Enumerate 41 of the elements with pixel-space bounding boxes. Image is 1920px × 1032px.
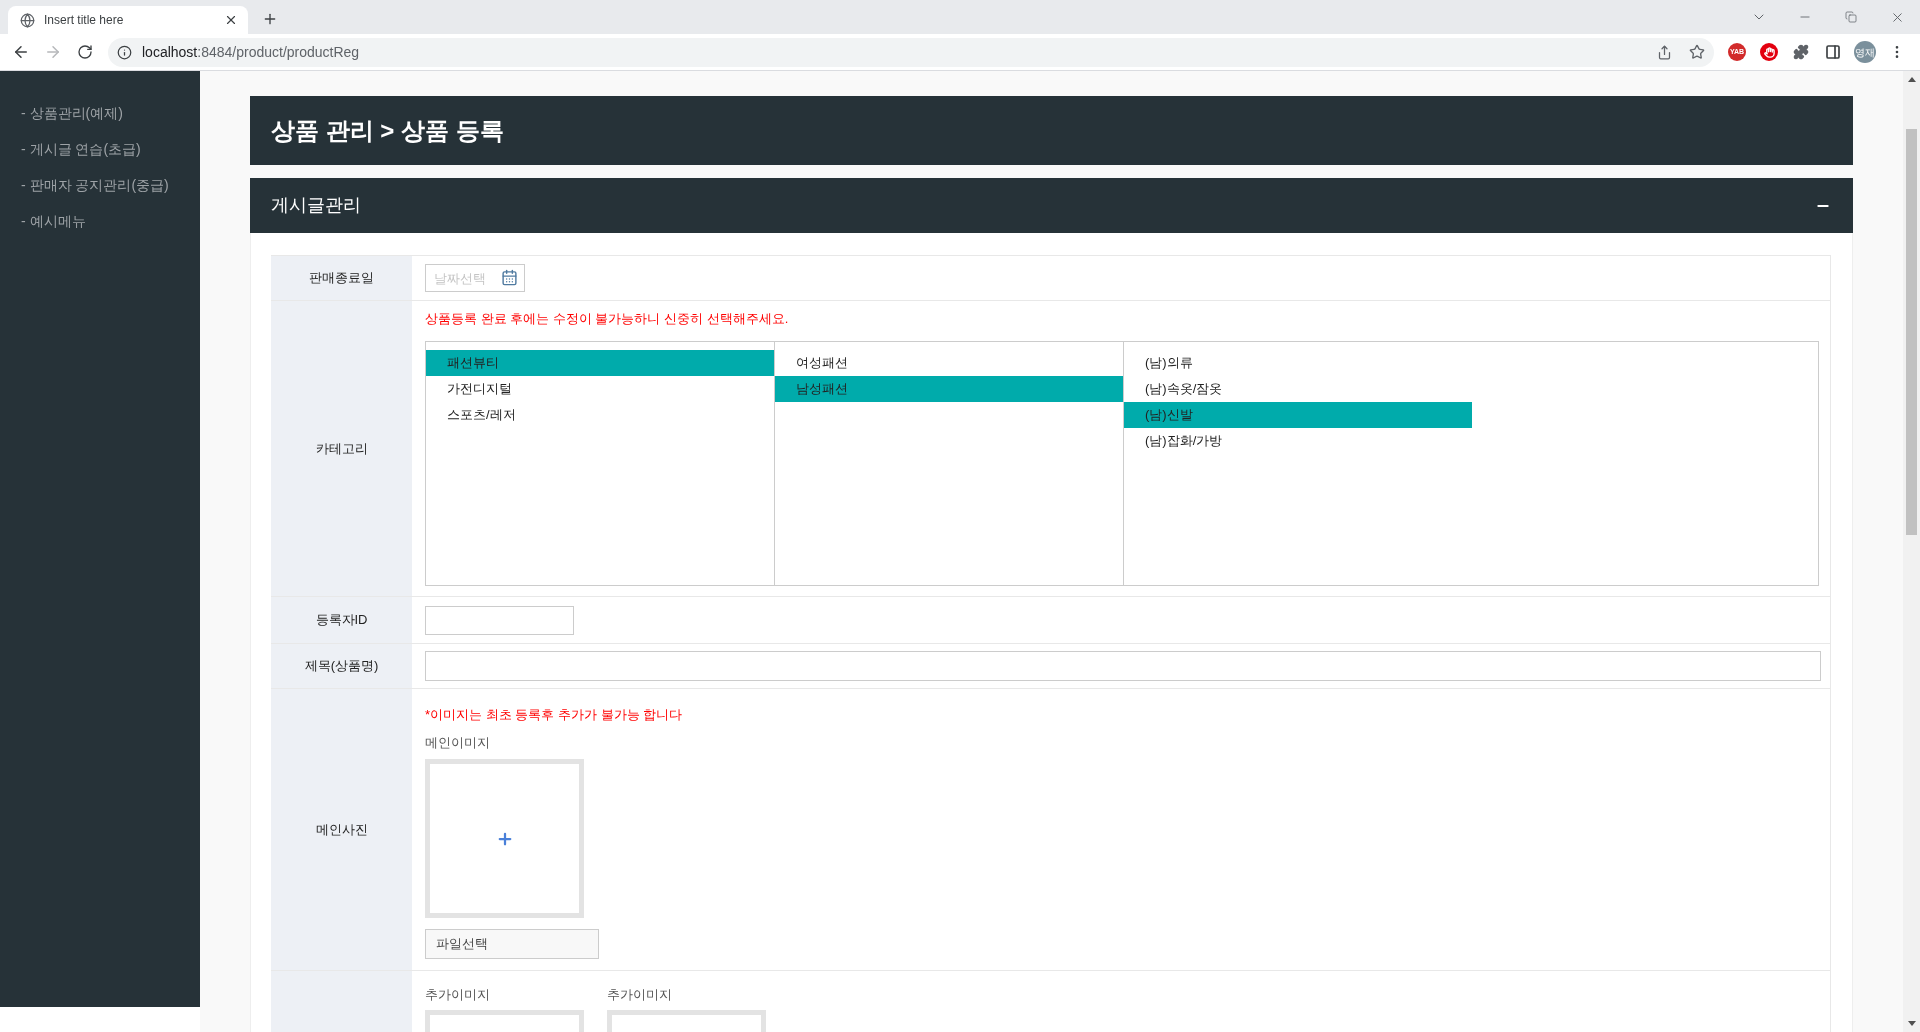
category-option[interactable]: 패션뷰티 (426, 350, 774, 376)
address-bar[interactable]: localhost:8484/product/productReg (108, 37, 1714, 67)
category-option[interactable]: 남성패션 (775, 376, 1123, 402)
scrollbar-thumb[interactable] (1906, 129, 1917, 535)
close-icon[interactable] (224, 13, 238, 27)
browser-tab[interactable]: Insert title here (8, 6, 248, 34)
hand-icon[interactable] (1760, 43, 1778, 61)
page-title: 상품 관리 > 상품 등록 (271, 115, 504, 146)
globe-icon (20, 12, 35, 28)
label-cell: 카테고리 (271, 301, 412, 596)
puzzle-icon[interactable] (1793, 44, 1809, 60)
sidebar-item[interactable]: - 예시메뉴 (21, 212, 86, 230)
id-input[interactable] (425, 605, 574, 635)
image-label: 추가이미지 (607, 987, 672, 1003)
notice-text: *이미지는 최초 등록후 추가가 불가능 합니다 (425, 706, 683, 724)
sidebar-item[interactable]: - 상품관리(예제) (21, 104, 123, 122)
reload-icon[interactable] (77, 44, 93, 60)
panel-title: 게시글관리 (271, 194, 361, 217)
image-label: 메인이미지 (425, 735, 490, 751)
date-field[interactable]: 날짜선택 (425, 264, 525, 292)
calendar-icon[interactable] (501, 269, 518, 286)
scroll-up-arrow-icon[interactable] (1907, 77, 1916, 82)
info-icon[interactable] (117, 44, 132, 60)
side-panel-icon[interactable] (1825, 44, 1841, 60)
sidebar-item[interactable]: - 판매자 공지관리(중급) (21, 176, 169, 194)
share-icon[interactable] (1657, 44, 1672, 60)
plus-icon[interactable] (262, 11, 278, 27)
scrollbar-track[interactable] (1903, 71, 1920, 1032)
image-label: 추가이미지 (425, 987, 490, 1003)
label-cell: 판매종료일 (271, 256, 412, 300)
category-option[interactable]: (남)신발 (1124, 402, 1472, 428)
sidebar-item[interactable]: - 게시글 연습(초급) (21, 140, 141, 158)
url-text[interactable]: localhost:8484/product/productReg (142, 41, 360, 63)
label-cell: 등록자ID (271, 597, 412, 643)
label-cell: 메인사진 (271, 689, 412, 970)
notice-text: 상품등록 완료 후에는 수정이 불가능하니 신중히 선택해주세요. (425, 310, 789, 328)
label-cell: 제목(상품명) (271, 644, 412, 688)
file-select-button[interactable]: 파일선택 (425, 929, 599, 959)
scroll-down-arrow-icon[interactable] (1907, 1021, 1916, 1026)
title-input[interactable] (425, 651, 1821, 681)
star-icon[interactable] (1689, 44, 1705, 60)
